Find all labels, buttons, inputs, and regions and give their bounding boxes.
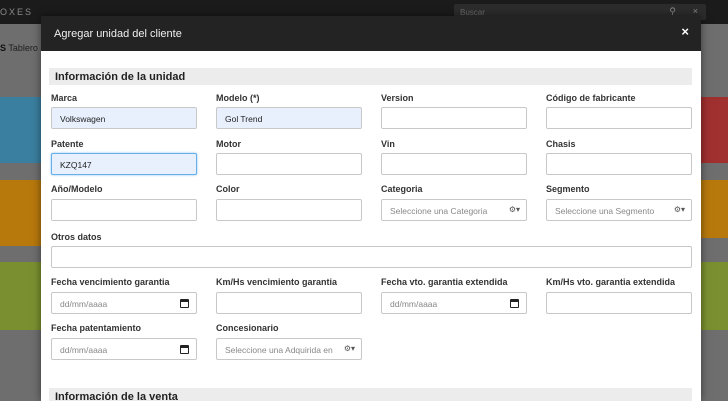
dashboard-tile: [700, 180, 728, 238]
breadcrumb: S Tablero: [0, 43, 38, 53]
codigo-fabricante-label: Código de fabricante: [546, 93, 636, 103]
color-input[interactable]: [216, 199, 362, 221]
color-label: Color: [216, 184, 240, 194]
dashboard-tile: [0, 97, 44, 163]
fecha-venc-garantia-label: Fecha vencimiento garantia: [51, 277, 170, 287]
marca-input[interactable]: Volkswagen: [51, 107, 197, 129]
modal-header: Agregar unidad del cliente ×: [41, 16, 701, 51]
modelo-label: Modelo (*): [216, 93, 260, 103]
gear-chevron-down-icon: ⚙▾: [508, 205, 520, 214]
motor-input[interactable]: [216, 153, 362, 175]
fecha-vto-garantia-ext-input[interactable]: dd/mm/aaaa: [381, 292, 527, 314]
patente-label: Patente: [51, 139, 84, 149]
kmhs-venc-garantia-label: Km/Hs vencimiento garantia: [216, 277, 338, 287]
modelo-input[interactable]: Gol Trend: [216, 107, 362, 129]
gear-chevron-down-icon: ⚙▾: [343, 344, 355, 353]
fecha-placeholder: dd/mm/aaaa: [390, 299, 438, 309]
anio-modelo-input[interactable]: [51, 199, 197, 221]
concesionario-placeholder: Seleccione una Adquirida en: [225, 345, 333, 355]
fecha-vto-garantia-ext-label: Fecha vto. garantia extendida: [381, 277, 508, 287]
calendar-icon[interactable]: [180, 299, 189, 308]
calendar-icon[interactable]: [180, 345, 189, 354]
fecha-placeholder: dd/mm/aaaa: [60, 299, 108, 309]
segmento-placeholder: Seleccione una Segmento: [555, 206, 655, 216]
chasis-input[interactable]: [546, 153, 692, 175]
patente-input[interactable]: KZQ147: [51, 153, 197, 175]
concesionario-label: Concesionario: [216, 323, 279, 333]
close-icon[interactable]: ×: [693, 6, 698, 16]
fecha-placeholder: dd/mm/aaaa: [60, 345, 108, 355]
categoria-placeholder: Seleccione una Categoria: [390, 206, 488, 216]
dashboard-tile: [700, 97, 728, 163]
app-logo: OXES: [0, 7, 34, 17]
codigo-fabricante-input[interactable]: [546, 107, 692, 129]
anio-modelo-label: Año/Modelo: [51, 184, 103, 194]
version-input[interactable]: [381, 107, 527, 129]
fecha-patentamiento-input[interactable]: dd/mm/aaaa: [51, 338, 197, 360]
otros-datos-label: Otros datos: [51, 232, 102, 242]
version-label: Version: [381, 93, 414, 103]
dashboard-tile: [0, 262, 44, 330]
categoria-label: Categoria: [381, 184, 423, 194]
modal-title: Agregar unidad del cliente: [54, 28, 182, 40]
motor-label: Motor: [216, 139, 241, 149]
section-unit-info: Información de la unidad: [49, 68, 692, 85]
vin-label: Vin: [381, 139, 395, 149]
otros-datos-input[interactable]: [51, 246, 692, 268]
section-sale-info: Información de la venta: [49, 388, 692, 401]
add-unit-modal: Agregar unidad del cliente × Información…: [41, 16, 701, 401]
chasis-label: Chasis: [546, 139, 576, 149]
dashboard-tile: [700, 262, 728, 330]
marca-label: Marca: [51, 93, 78, 103]
categoria-select[interactable]: Seleccione una Categoria ⚙▾: [381, 199, 527, 221]
fecha-patentamiento-label: Fecha patentamiento: [51, 323, 142, 333]
vin-input[interactable]: [381, 153, 527, 175]
concesionario-select[interactable]: Seleccione una Adquirida en ⚙▾: [216, 338, 362, 360]
segmento-label: Segmento: [546, 184, 590, 194]
kmhs-vto-garantia-ext-input[interactable]: [546, 292, 692, 314]
kmhs-vto-garantia-ext-label: Km/Hs vto. garantia extendida: [546, 277, 676, 287]
fecha-venc-garantia-input[interactable]: dd/mm/aaaa: [51, 292, 197, 314]
close-icon[interactable]: ×: [681, 24, 689, 39]
kmhs-venc-garantia-input[interactable]: [216, 292, 362, 314]
calendar-icon[interactable]: [510, 299, 519, 308]
dashboard-tile: [0, 180, 44, 246]
gear-chevron-down-icon: ⚙▾: [673, 205, 685, 214]
segmento-select[interactable]: Seleccione una Segmento ⚙▾: [546, 199, 692, 221]
